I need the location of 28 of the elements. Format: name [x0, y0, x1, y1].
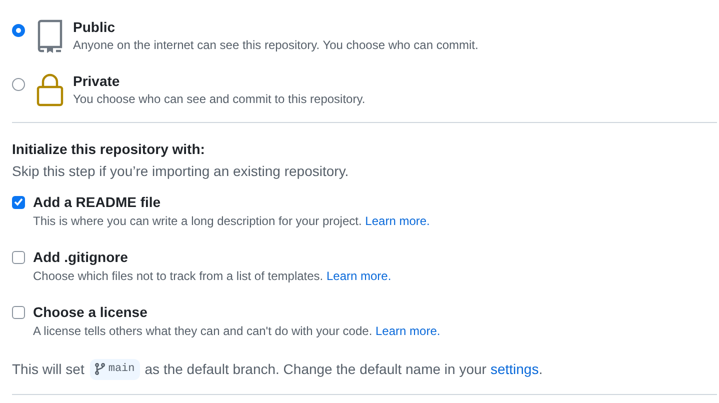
learn-more-link[interactable]: Learn more.: [376, 324, 440, 338]
checkbox[interactable]: [12, 250, 25, 264]
book-icon: [36, 19, 64, 53]
branch-icon: [95, 363, 106, 375]
option-description: You choose who can see and commit to this repository.: [73, 91, 366, 108]
branch-text: as the default branch. Change the default name in your: [144, 360, 486, 379]
lock-icon: [36, 73, 64, 107]
branch-text: This will set: [12, 360, 84, 379]
option-title: Choose a license: [33, 303, 148, 321]
option-description: Anyone on the internet can see this repository. You choose who can commit.: [73, 37, 478, 54]
learn-more-link[interactable]: Learn more.: [326, 269, 392, 283]
option-description: A license tells others what they can and can't do with your code.: [33, 324, 372, 338]
radio-button[interactable]: [12, 78, 25, 91]
section-subheading: Skip this step if you’re importing an existing repository.: [12, 162, 350, 181]
option-title: Private: [73, 72, 121, 90]
option-description: Choose which files not to track from a list of templates.: [33, 269, 324, 283]
period-text: .: [538, 360, 543, 379]
checkbox[interactable]: [12, 306, 25, 318]
option-title: Add a README file: [33, 193, 161, 211]
section-heading: Initialize this repository with:: [12, 140, 206, 158]
branch-name: main: [108, 362, 135, 377]
option-description: This is where you can write a long description for your project.: [33, 214, 362, 228]
option-title: Add .gitignore: [33, 248, 128, 266]
settings-link[interactable]: settings: [490, 358, 539, 380]
option-title: Public: [73, 18, 116, 36]
checkbox[interactable]: [12, 196, 25, 208]
radio-button[interactable]: [12, 24, 25, 37]
learn-more-link[interactable]: Learn more.: [365, 214, 430, 228]
